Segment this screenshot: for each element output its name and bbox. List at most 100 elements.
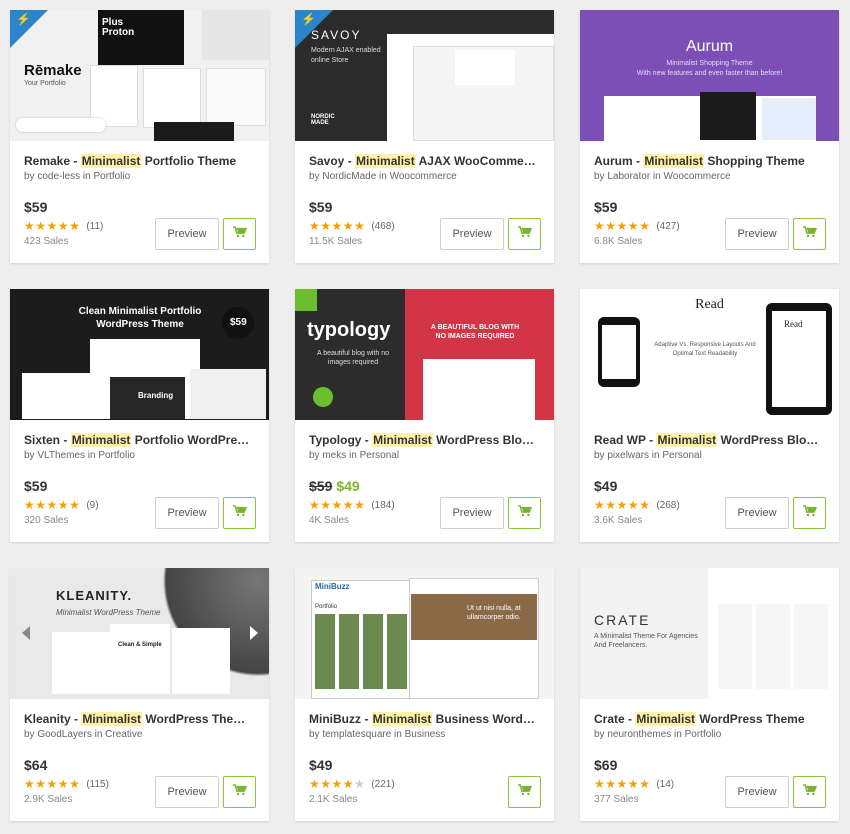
- review-count[interactable]: (11): [86, 221, 103, 232]
- product-thumbnail[interactable]: Aurum Minimalist Shopping Theme With new f…: [580, 10, 839, 141]
- review-count[interactable]: (9): [86, 500, 98, 511]
- thumb-subtitle: Modern AJAX enabled online Store: [311, 47, 381, 64]
- product-card[interactable]: KLEANITY. Minimalist WordPress Theme Clean…: [10, 568, 269, 821]
- author-link[interactable]: neuronthemes: [607, 729, 671, 740]
- product-thumbnail[interactable]: CRATE A Minimalist Theme For Agencies And…: [580, 568, 839, 699]
- cart-icon: [232, 225, 247, 243]
- product-thumbnail[interactable]: MiniBuzz Portfolio Ut ut nisi nulla, at ul…: [295, 568, 554, 699]
- author-link[interactable]: GoodLayers: [37, 729, 91, 740]
- product-thumbnail[interactable]: Read Adaptive Vs. Responsive Layouts And …: [580, 289, 839, 420]
- product-title[interactable]: Savoy - Minimalist AJAX WooCommerce Them…: [309, 153, 540, 169]
- category-link[interactable]: Portfolio: [98, 450, 135, 461]
- product-rating: ★★★★★ (221): [309, 778, 395, 790]
- product-title[interactable]: Sixten - Minimalist Portfolio WordPress …: [24, 432, 255, 448]
- preview-button[interactable]: Preview: [440, 497, 504, 529]
- thumb-panel: [700, 92, 756, 140]
- product-thumbnail[interactable]: KLEANITY. Minimalist WordPress Theme Clean…: [10, 568, 269, 699]
- category-link[interactable]: Woocommerce: [390, 171, 457, 182]
- product-byline: by NordicMade in Woocommerce: [309, 170, 540, 184]
- star-rating: ★★★★★: [594, 499, 650, 511]
- review-count[interactable]: (427): [656, 221, 679, 232]
- product-rating: ★★★★★ (9): [24, 499, 99, 511]
- add-to-cart-button[interactable]: [508, 497, 541, 529]
- preview-button[interactable]: Preview: [725, 776, 789, 808]
- add-to-cart-button[interactable]: [793, 218, 826, 250]
- add-to-cart-button[interactable]: [223, 218, 256, 250]
- product-thumbnail[interactable]: SAVOY Modern AJAX enabled online Store NOR…: [295, 10, 554, 141]
- author-link[interactable]: code-less: [37, 171, 80, 182]
- preview-button[interactable]: Preview: [725, 497, 789, 529]
- product-title[interactable]: Read WP - Minimalist WordPress Blog Them…: [594, 432, 825, 448]
- author-link[interactable]: NordicMade: [322, 171, 376, 182]
- product-price: $59: [594, 198, 617, 216]
- review-count[interactable]: (268): [656, 500, 679, 511]
- product-name-rest: Shopping Theme: [704, 154, 805, 168]
- star-icon: ★: [69, 777, 81, 791]
- product-thumbnail[interactable]: Rēmake Your Portfolio Plus Proton ⚡: [10, 10, 269, 141]
- add-to-cart-button[interactable]: [508, 218, 541, 250]
- preview-button[interactable]: Preview: [440, 218, 504, 250]
- thumb-panel: [423, 359, 535, 420]
- review-count[interactable]: (221): [371, 779, 394, 790]
- add-to-cart-button[interactable]: [223, 497, 256, 529]
- star-icon: ★: [594, 219, 606, 233]
- product-title[interactable]: Crate - Minimalist WordPress Theme: [594, 711, 825, 727]
- tag-icon: [295, 289, 317, 311]
- add-to-cart-button[interactable]: [793, 776, 826, 808]
- author-link[interactable]: meks: [322, 450, 346, 461]
- product-card[interactable]: typology A beautiful blog with no images …: [295, 289, 554, 542]
- lightning-icon: ⚡: [301, 12, 316, 26]
- add-to-cart-button[interactable]: [223, 776, 256, 808]
- star-rating: ★★★★★: [594, 778, 650, 790]
- author-link[interactable]: pixelwars: [607, 450, 649, 461]
- product-card[interactable]: Aurum Minimalist Shopping Theme With new f…: [580, 10, 839, 263]
- product-title[interactable]: Aurum - Minimalist Shopping Theme: [594, 153, 825, 169]
- product-title[interactable]: MiniBuzz - Minimalist Business WordPress…: [309, 711, 540, 727]
- in-label: in: [91, 729, 106, 740]
- category-link[interactable]: Portfolio: [94, 171, 131, 182]
- preview-button[interactable]: Preview: [725, 218, 789, 250]
- product-card[interactable]: Read Adaptive Vs. Responsive Layouts And …: [580, 289, 839, 542]
- category-link[interactable]: Portfolio: [685, 729, 722, 740]
- product-info: Aurum - Minimalist Shopping Theme by Labo…: [580, 141, 839, 184]
- add-to-cart-button[interactable]: [508, 776, 541, 808]
- author-link[interactable]: Laborator: [607, 171, 650, 182]
- category-link[interactable]: Woocommerce: [664, 171, 731, 182]
- review-count[interactable]: (14): [656, 779, 674, 790]
- thumb-panel: [143, 68, 201, 128]
- review-count[interactable]: (115): [86, 779, 109, 790]
- thumb-subtitle: Adaptive Vs. Responsive Layouts And Opti…: [654, 342, 756, 357]
- category-link[interactable]: Creative: [105, 729, 142, 740]
- star-icon: ★: [605, 219, 617, 233]
- author-link[interactable]: templatesquare: [322, 729, 391, 740]
- product-title[interactable]: Typology - Minimalist WordPress Blog & T…: [309, 432, 540, 448]
- review-count[interactable]: (184): [371, 500, 394, 511]
- star-icon: ★: [605, 498, 617, 512]
- thumb-panel: [190, 369, 266, 419]
- star-icon: ★: [35, 777, 47, 791]
- product-title[interactable]: Kleanity - Minimalist WordPress Theme / …: [24, 711, 255, 727]
- thumb-title: KLEANITY.: [56, 588, 133, 603]
- product-thumbnail[interactable]: Clean Minimalist Portfolio WordPress The…: [10, 289, 269, 420]
- review-count[interactable]: (468): [371, 221, 394, 232]
- preview-button[interactable]: Preview: [155, 776, 219, 808]
- product-card[interactable]: MiniBuzz Portfolio Ut ut nisi nulla, at ul…: [295, 568, 554, 821]
- add-to-cart-button[interactable]: [793, 497, 826, 529]
- product-card[interactable]: Clean Minimalist Portfolio WordPress The…: [10, 289, 269, 542]
- category-link[interactable]: Personal: [360, 450, 399, 461]
- category-link[interactable]: Business: [405, 729, 446, 740]
- product-title[interactable]: Remake - Minimalist Portfolio Theme: [24, 153, 255, 169]
- star-icon: ★: [57, 498, 70, 512]
- product-price: $49: [594, 477, 617, 495]
- by-label: by: [309, 729, 323, 740]
- preview-button[interactable]: Preview: [155, 497, 219, 529]
- product-price: $69: [594, 756, 617, 774]
- product-card[interactable]: SAVOY Modern AJAX enabled online Store NOR…: [295, 10, 554, 263]
- author-link[interactable]: VLThemes: [37, 450, 85, 461]
- star-icon: ★: [309, 219, 321, 233]
- product-card[interactable]: CRATE A Minimalist Theme For Agencies And…: [580, 568, 839, 821]
- preview-button[interactable]: Preview: [155, 218, 219, 250]
- product-thumbnail[interactable]: typology A beautiful blog with no images …: [295, 289, 554, 420]
- product-card[interactable]: Rēmake Your Portfolio Plus Proton ⚡ Remake -…: [10, 10, 269, 263]
- category-link[interactable]: Personal: [662, 450, 701, 461]
